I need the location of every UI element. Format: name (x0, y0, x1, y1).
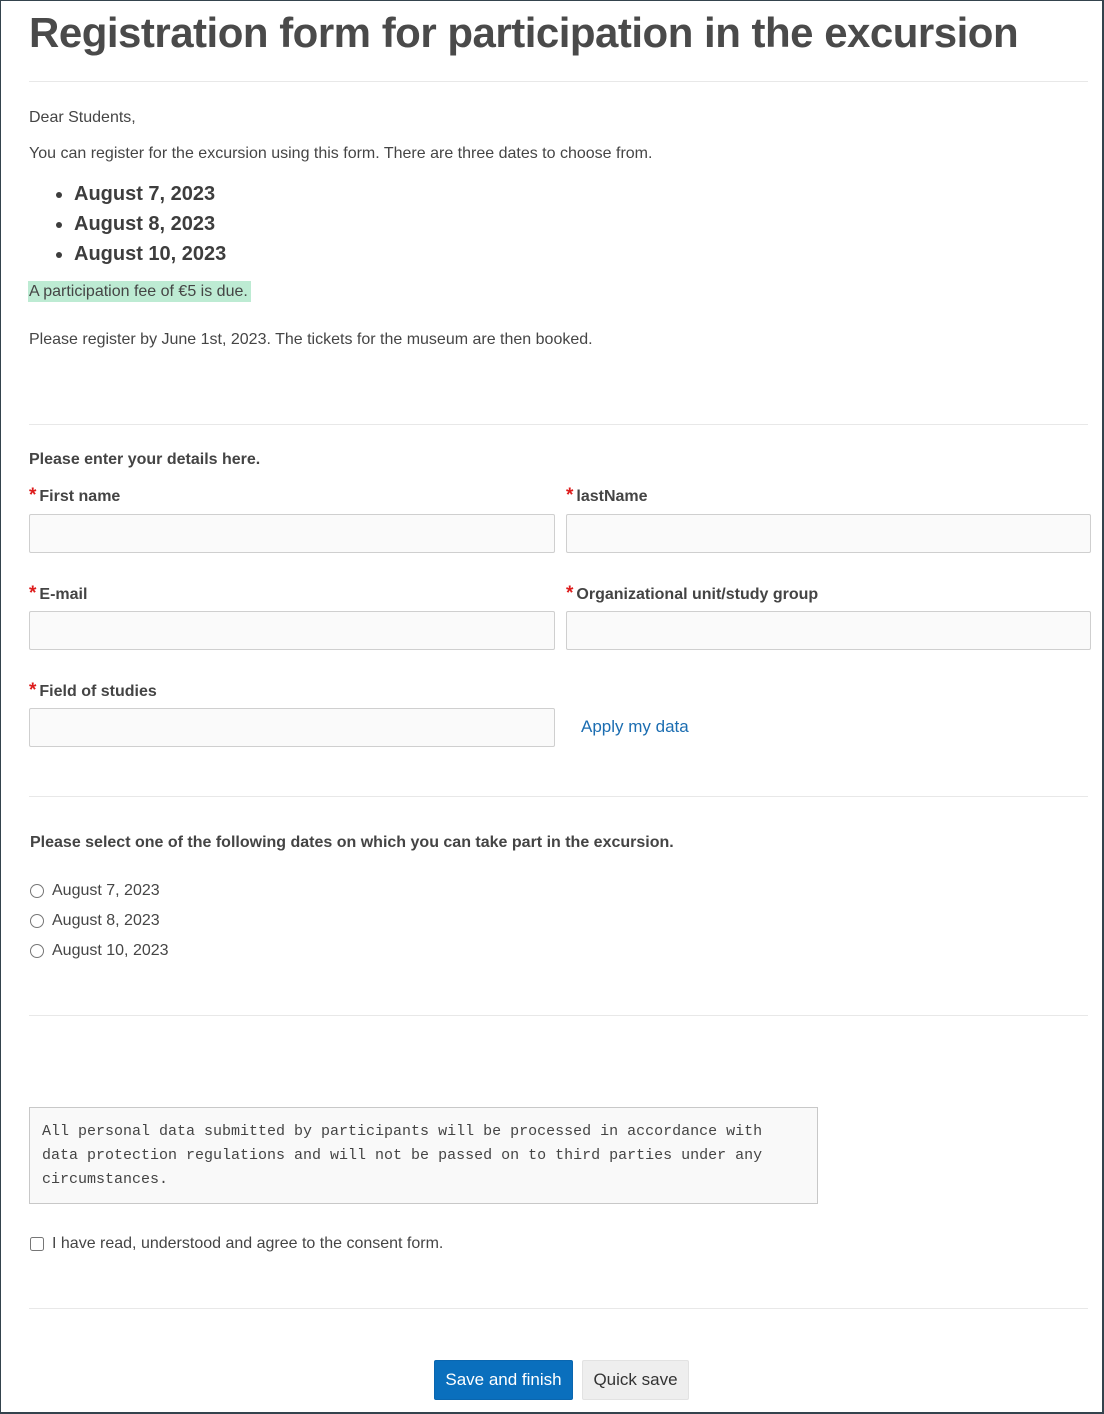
date-list-item: August 10, 2023 (74, 239, 226, 269)
page-title: Registration form for participation in t… (29, 9, 1019, 56)
last-name-label: * lastName (566, 485, 648, 506)
divider (29, 1015, 1088, 1016)
org-unit-label: * Organizational unit/study group (566, 583, 819, 604)
radio-button[interactable] (30, 884, 44, 898)
divider (29, 424, 1088, 425)
deadline-text: Please register by June 1st, 2023. The t… (29, 331, 593, 348)
quick-save-button[interactable]: Quick save (582, 1360, 689, 1400)
date-list-item: August 7, 2023 (74, 179, 226, 209)
required-icon: * (29, 680, 37, 701)
date-option-aug-10[interactable]: August 10, 2023 (29, 942, 169, 960)
date-option-aug-8[interactable]: August 8, 2023 (29, 912, 160, 930)
save-and-finish-button[interactable]: Save and finish (434, 1360, 573, 1400)
date-list-item: August 8, 2023 (74, 209, 226, 239)
email-input[interactable] (29, 611, 555, 650)
details-heading: Please enter your details here. (29, 451, 261, 468)
fee-notice: A participation fee of €5 is due. (28, 281, 251, 302)
consent-checkbox[interactable] (30, 1237, 44, 1251)
consent-text-box: All personal data submitted by participa… (29, 1107, 818, 1204)
org-unit-input[interactable] (566, 611, 1091, 650)
first-name-input[interactable] (29, 514, 555, 553)
consent-checkbox-row[interactable]: I have read, understood and agree to the… (29, 1235, 443, 1253)
apply-my-data-link[interactable]: Apply my data (581, 717, 689, 737)
first-name-label: * First name (29, 485, 121, 506)
date-selection-heading: Please select one of the following dates… (30, 834, 674, 851)
description-text: You can register for the excursion using… (29, 145, 653, 162)
divider (29, 81, 1088, 82)
required-icon: * (566, 583, 574, 604)
divider (29, 796, 1088, 797)
date-option-aug-7[interactable]: August 7, 2023 (29, 882, 160, 900)
divider (29, 1308, 1088, 1309)
greeting-text: Dear Students, (29, 109, 136, 126)
field-of-studies-label: * Field of studies (29, 680, 157, 701)
required-icon: * (566, 485, 574, 506)
required-icon: * (29, 485, 37, 506)
last-name-input[interactable] (566, 514, 1091, 553)
radio-button[interactable] (30, 914, 44, 928)
field-of-studies-input[interactable] (29, 708, 555, 747)
radio-button[interactable] (30, 944, 44, 958)
dates-list: August 7, 2023 August 8, 2023 August 10,… (29, 179, 226, 269)
required-icon: * (29, 583, 37, 604)
email-label: * E-mail (29, 583, 88, 604)
